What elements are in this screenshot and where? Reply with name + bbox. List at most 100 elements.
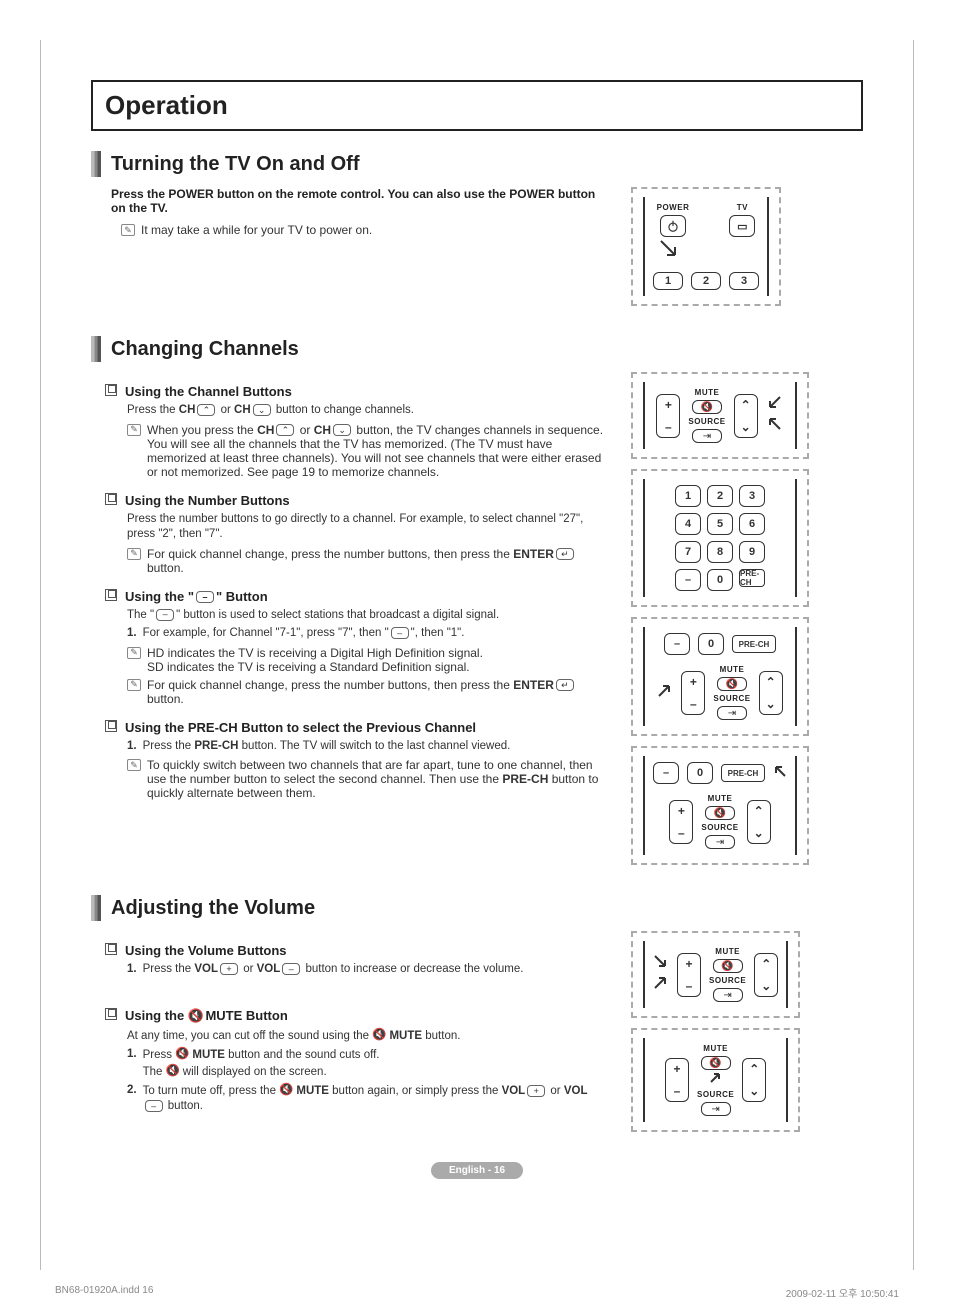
note-icon: ✎	[121, 224, 135, 236]
arrow-icon	[766, 393, 784, 438]
dash-key-icon: –	[156, 609, 174, 621]
num-button: 7	[675, 541, 701, 563]
arrow-icon	[653, 952, 669, 997]
body-text: The "–" button is used to select station…	[127, 608, 597, 624]
ch-rocker-icon: ⌃⌄	[747, 800, 771, 844]
body-text: At any time, you can cut off the sound u…	[127, 1028, 597, 1044]
num-button: 8	[707, 541, 733, 563]
mute-button-icon: 🔇	[701, 1056, 731, 1070]
power-button-icon	[660, 215, 686, 237]
mute-button-icon: 🔇	[692, 400, 722, 414]
note-icon: ✎	[127, 759, 141, 771]
print-footer: BN68-01920A.indd 16 2009-02-11 오후 10:50:…	[55, 1285, 899, 1300]
vol-down-icon: –	[282, 963, 300, 975]
bullet-box-icon	[105, 493, 117, 505]
mute-button-icon: 🔇	[717, 677, 747, 691]
page-number-badge: English - 16	[91, 1162, 863, 1179]
note-text: To quickly switch between two channels t…	[147, 758, 607, 800]
ch-rocker-icon: ⌃⌄	[742, 1058, 766, 1102]
num-button: 6	[739, 513, 765, 535]
note-text: For quick channel change, press the numb…	[147, 678, 607, 706]
vol-rocker-icon: +–	[681, 671, 705, 715]
ch-up-icon: ⌃	[276, 424, 294, 436]
step-item: 1. For example, for Channel "7-1", press…	[127, 626, 597, 642]
num-3-button: 3	[729, 272, 759, 290]
bullet-box-icon	[105, 943, 117, 955]
footer-right: 2009-02-11 오후 10:50:41	[786, 1285, 899, 1300]
dash-key-icon: –	[391, 627, 409, 639]
bullet-box-icon	[105, 1008, 117, 1020]
ch-rocker-icon: ⌃⌄	[734, 394, 758, 438]
source-label: SOURCE	[709, 976, 746, 985]
mute-label: MUTE	[720, 665, 745, 674]
vol-rocker-icon: +–	[677, 953, 701, 997]
arrow-icon	[709, 1071, 723, 1089]
tv-button-icon: ▭	[729, 215, 755, 237]
mute-button-icon: 🔇	[705, 806, 735, 820]
num-button: 2	[707, 485, 733, 507]
dash-button: –	[675, 569, 701, 591]
num-2-button: 2	[691, 272, 721, 290]
note-icon: ✎	[127, 548, 141, 560]
mute-label: MUTE	[715, 947, 740, 956]
sub-heading: Using the 🔇 MUTE Button	[125, 1008, 288, 1025]
sub-heading: Using the "–" Button	[125, 589, 268, 604]
mute-icon: 🔇	[188, 1008, 202, 1024]
mute-icon: 🔇	[175, 1047, 189, 1063]
dash-button: –	[653, 762, 679, 784]
arrow-icon	[659, 239, 681, 266]
arrow-icon	[657, 682, 673, 703]
intro-text: Press the POWER button on the remote con…	[111, 187, 611, 215]
source-label: SOURCE	[701, 823, 738, 832]
bullet-box-icon	[105, 384, 117, 396]
remote-figure-channels: +– MUTE 🔇 SOURCE ⇥ ⌃⌄	[631, 372, 809, 865]
sub-dash-button: Using the "–" Button The "–" button is u…	[105, 587, 611, 706]
step-item: 1. Press 🔇 MUTE button and the sound cut…	[127, 1047, 597, 1080]
sub-mute-button: Using the 🔇 MUTE Button At any time, you…	[105, 1006, 611, 1115]
mute-label: MUTE	[703, 1044, 728, 1053]
sub-heading: Using the Number Buttons	[125, 493, 290, 508]
vol-down-icon: –	[145, 1100, 163, 1112]
sub-prech-button: Using the PRE-CH Button to select the Pr…	[105, 718, 611, 801]
sub-heading: Using the PRE-CH Button to select the Pr…	[125, 720, 476, 735]
ch-down-icon: ⌄	[333, 424, 351, 436]
num-button: 1	[675, 485, 701, 507]
source-button-icon: ⇥	[705, 835, 735, 849]
mute-label: MUTE	[695, 388, 720, 397]
sub-heading: Using the Volume Buttons	[125, 943, 287, 958]
tv-label: TV	[737, 203, 748, 212]
section-heading: Adjusting the Volume	[111, 897, 315, 920]
note-text: For quick channel change, press the numb…	[147, 547, 607, 575]
section-heading: Turning the TV On and Off	[111, 153, 360, 176]
mute-icon: 🔇	[279, 1083, 293, 1099]
source-button-icon: ⇥	[713, 988, 743, 1002]
mute-icon: 🔇	[372, 1028, 386, 1044]
section-bar-icon	[91, 336, 101, 362]
source-label: SOURCE	[713, 694, 750, 703]
sub-heading: Using the Channel Buttons	[125, 384, 292, 399]
section-bar-icon	[91, 151, 101, 177]
chapter-title-box: Operation	[91, 80, 863, 131]
sub-channel-buttons: Using the Channel Buttons Press the CH⌃ …	[105, 382, 611, 479]
note-line: ✎ It may take a while for your TV to pow…	[121, 223, 601, 237]
mute-icon: 🔇	[166, 1064, 180, 1080]
source-button-icon: ⇥	[717, 706, 747, 720]
source-button-icon: ⇥	[701, 1102, 731, 1116]
vol-rocker-icon: +–	[665, 1058, 689, 1102]
mute-button-icon: 🔇	[713, 959, 743, 973]
remote-figure-power: POWER TV ▭	[631, 187, 781, 306]
num-button: 0	[687, 762, 713, 784]
dash-button: –	[664, 633, 690, 655]
bullet-box-icon	[105, 589, 117, 601]
note-icon: ✎	[127, 679, 141, 691]
remote-figure-volume: +– MUTE 🔇 SOURCE ⇥ ⌃⌄ +–	[631, 931, 800, 1132]
page-content: Operation Turning the TV On and Off Pres…	[40, 40, 914, 1270]
numpad: 1 2 3 4 5 6 7 8 9 – 0 PRE-CH	[675, 485, 765, 591]
num-button: 5	[707, 513, 733, 535]
step-item: 1. Press the VOL+ or VOL– button to incr…	[127, 962, 597, 978]
body-text: Press the number buttons to go directly …	[127, 512, 597, 543]
mute-label: MUTE	[708, 794, 733, 803]
note-icon: ✎	[127, 424, 141, 436]
note-text: When you press the CH⌃ or CH⌄ button, th…	[147, 423, 607, 479]
step-item: 1. Press the PRE-CH button. The TV will …	[127, 739, 597, 755]
